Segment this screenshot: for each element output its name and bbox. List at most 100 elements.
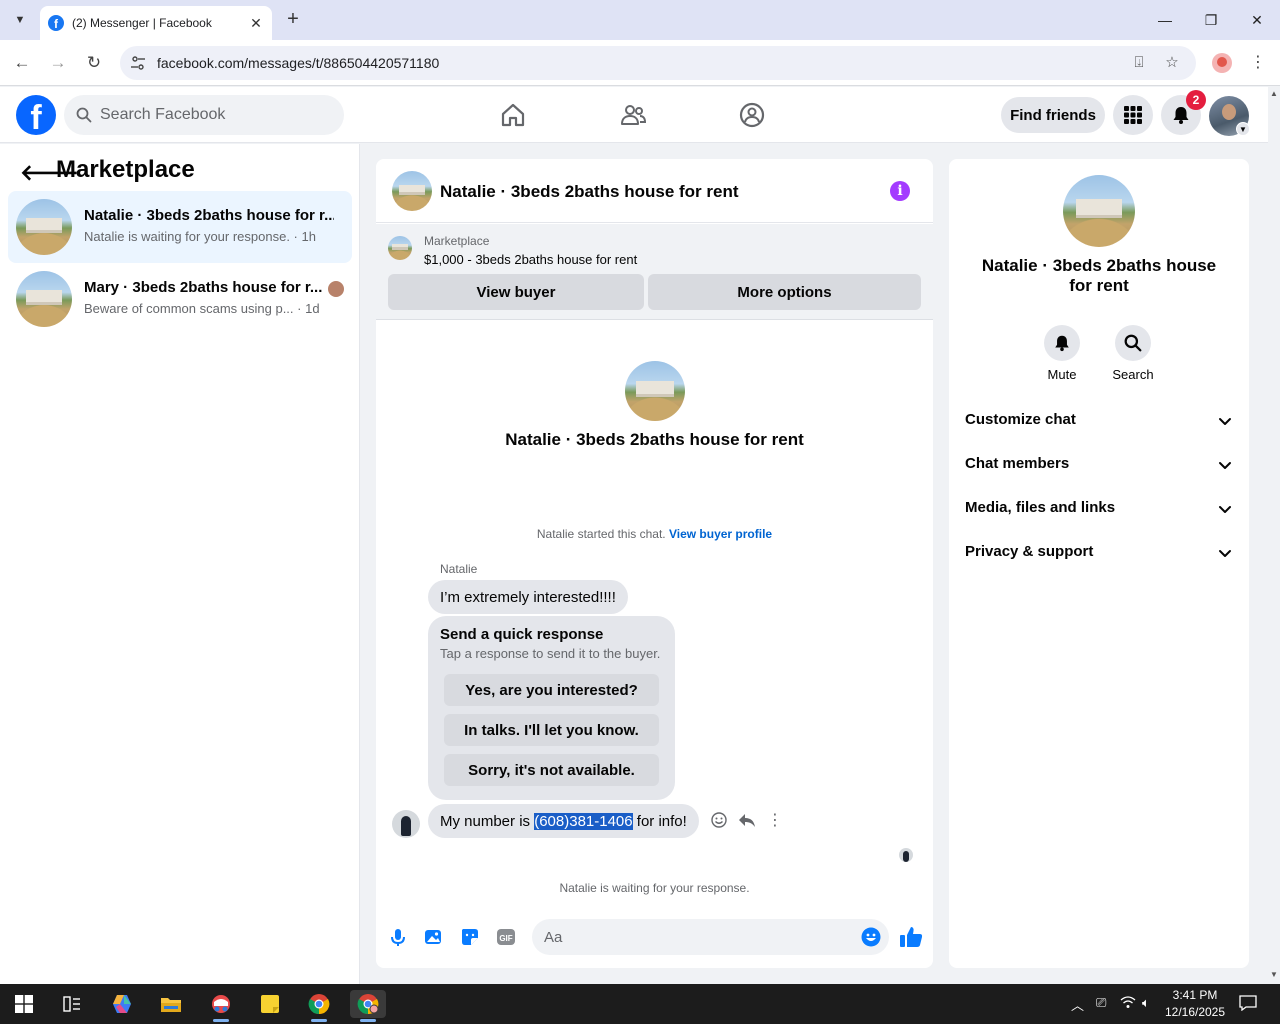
- conversation-item-mary[interactable]: Mary · 3beds 2baths house for r... Bewar…: [8, 263, 352, 335]
- address-bar[interactable]: facebook.com/messages/t/886504420571180 …: [120, 46, 1196, 80]
- tab-close-icon[interactable]: ✕: [248, 15, 264, 32]
- conversation-preview: Beware of common scams using p... · 1d: [84, 301, 320, 316]
- seen-by-avatar: [899, 848, 913, 862]
- chat-started-notice: Natalie started this chat. View buyer pr…: [536, 527, 773, 541]
- gif-icon[interactable]: GIF: [496, 927, 516, 947]
- install-app-icon[interactable]: ⍗: [1130, 54, 1148, 72]
- seen-by-avatar: [328, 281, 344, 297]
- clock-time: 3:41 PM: [1172, 988, 1218, 1002]
- chat-header-thumbnail[interactable]: [392, 171, 432, 211]
- file-explorer-icon[interactable]: [153, 990, 189, 1018]
- conversation-name: Natalie · 3beds 2baths house for r...: [84, 207, 334, 224]
- quick-response-not-available-button[interactable]: Sorry, it's not available.: [444, 754, 659, 786]
- more-options-button[interactable]: More options: [648, 274, 921, 310]
- microphone-icon[interactable]: [388, 927, 408, 947]
- tab-search-chevron-icon[interactable]: ▼: [8, 8, 32, 32]
- meet-now-icon[interactable]: ⎚: [1096, 995, 1106, 1011]
- reply-arrow-icon[interactable]: [737, 810, 757, 830]
- photo-attach-icon[interactable]: [424, 927, 444, 947]
- view-buyer-button[interactable]: View buyer: [388, 274, 644, 310]
- menu-grid-button[interactable]: [1113, 95, 1153, 135]
- back-arrow-icon[interactable]: ←: [10, 51, 34, 75]
- system-clock[interactable]: 3:41 PM 12/16/2025: [1160, 987, 1230, 1021]
- grid-menu-icon: [1124, 106, 1142, 124]
- task-view-icon[interactable]: [54, 990, 90, 1018]
- network-icon[interactable]: [1120, 995, 1136, 1012]
- account-chevron-down-icon[interactable]: ▼: [1236, 122, 1250, 136]
- groups-icon[interactable]: [738, 101, 766, 129]
- forward-arrow-icon[interactable]: →: [46, 51, 70, 75]
- site-settings-icon[interactable]: [130, 55, 146, 71]
- sticker-icon[interactable]: [460, 927, 480, 947]
- emoji-icon[interactable]: [861, 927, 881, 947]
- section-label: Chat members: [965, 455, 1070, 472]
- quick-response-subtitle: Tap a response to send it to the buyer.: [440, 646, 661, 661]
- copilot-icon[interactable]: [104, 990, 140, 1018]
- tray-chevron-up-icon[interactable]: ︿: [1071, 995, 1084, 1014]
- windows-taskbar: ︿ ⎚ 🔈︎ 3:41 PM 12/16/2025: [0, 984, 1280, 1024]
- message-input-placeholder: Aa: [544, 929, 563, 946]
- panel-title: Marketplace: [56, 156, 195, 183]
- sender-avatar[interactable]: [392, 810, 420, 838]
- listing-price-title[interactable]: $1,000 - 3beds 2baths house for rent: [424, 252, 637, 267]
- chat-title[interactable]: Natalie · 3beds 2baths house for rent: [440, 182, 739, 202]
- facebook-logo-icon[interactable]: f: [16, 95, 56, 135]
- chevron-down-icon: [1219, 506, 1231, 513]
- quick-response-yes-button[interactable]: Yes, are you interested?: [444, 674, 659, 706]
- message-bubble-phone[interactable]: My number is (608)381-1406 for info!: [428, 804, 699, 838]
- minimize-window-icon[interactable]: —: [1142, 6, 1188, 34]
- selected-text[interactable]: (608)381-1406: [534, 812, 633, 830]
- privacy-support-section[interactable]: Privacy & support: [965, 543, 1233, 567]
- scroll-down-arrow-icon[interactable]: ▼: [1270, 970, 1278, 979]
- windows-start-icon[interactable]: [6, 990, 42, 1018]
- home-icon[interactable]: [499, 101, 527, 129]
- thumbs-up-icon[interactable]: [899, 925, 923, 949]
- quick-response-in-talks-button[interactable]: In talks. I'll let you know.: [444, 714, 659, 746]
- scroll-up-arrow-icon[interactable]: ▲: [1270, 89, 1278, 98]
- react-smiley-icon[interactable]: [709, 810, 729, 830]
- notifications-center-icon[interactable]: [1239, 995, 1257, 1015]
- clock-date: 12/16/2025: [1164, 1005, 1226, 1019]
- browser-profile-icon[interactable]: [1212, 53, 1232, 73]
- bookmark-star-icon[interactable]: ☆: [1163, 54, 1181, 72]
- chat-intro-avatar: [625, 361, 685, 421]
- notification-count-badge: 2: [1186, 90, 1206, 110]
- svg-text:GIF: GIF: [499, 934, 512, 943]
- friends-icon[interactable]: [619, 101, 647, 129]
- restore-window-icon[interactable]: ❐: [1188, 6, 1234, 34]
- conversation-preview: Natalie is waiting for your response. · …: [84, 229, 316, 244]
- volume-icon[interactable]: 🔈︎: [1142, 995, 1150, 1011]
- listing-banner: Marketplace $1,000 - 3beds 2baths house …: [376, 224, 933, 320]
- search-placeholder: Search Facebook: [100, 106, 226, 123]
- conversation-info-icon[interactable]: i: [890, 181, 910, 201]
- browser-menu-icon[interactable]: ⋮: [1250, 52, 1266, 72]
- mute-button[interactable]: [1044, 325, 1080, 361]
- search-action[interactable]: Search: [1101, 325, 1165, 382]
- more-vertical-icon[interactable]: ⋮: [765, 810, 785, 830]
- chrome-icon[interactable]: [301, 990, 337, 1022]
- search-conversation-button[interactable]: [1115, 325, 1151, 361]
- sticky-notes-icon[interactable]: [252, 990, 288, 1018]
- reload-icon[interactable]: ↻: [82, 51, 106, 75]
- facebook-search-input[interactable]: Search Facebook: [64, 95, 344, 135]
- browser-tab[interactable]: f (2) Messenger | Facebook ✕: [40, 6, 272, 40]
- chat-members-section[interactable]: Chat members: [965, 455, 1233, 479]
- close-window-icon[interactable]: ✕: [1234, 6, 1280, 34]
- media-files-links-section[interactable]: Media, files and links: [965, 499, 1233, 523]
- find-friends-button[interactable]: Find friends: [1001, 97, 1105, 133]
- search-icon: [76, 107, 92, 123]
- mute-action[interactable]: Mute: [1030, 325, 1094, 382]
- new-tab-plus-icon[interactable]: +: [282, 8, 304, 30]
- bell-icon: [1055, 335, 1069, 352]
- message-bubble[interactable]: I’m extremely interested!!!!: [428, 580, 628, 614]
- snipping-tool-icon[interactable]: [203, 990, 239, 1022]
- message-input[interactable]: Aa: [532, 919, 889, 955]
- chrome-profile-icon[interactable]: [350, 990, 386, 1022]
- url-text[interactable]: facebook.com/messages/t/886504420571180: [157, 55, 439, 71]
- conversation-item-natalie[interactable]: Natalie · 3beds 2baths house for r... Na…: [8, 191, 352, 263]
- page-scrollbar[interactable]: ▲ ▼: [1268, 87, 1280, 984]
- customize-chat-section[interactable]: Customize chat: [965, 411, 1233, 435]
- view-buyer-profile-link[interactable]: View buyer profile: [669, 527, 772, 541]
- listing-thumbnail: [16, 271, 72, 327]
- listing-source-label: Marketplace: [424, 234, 490, 248]
